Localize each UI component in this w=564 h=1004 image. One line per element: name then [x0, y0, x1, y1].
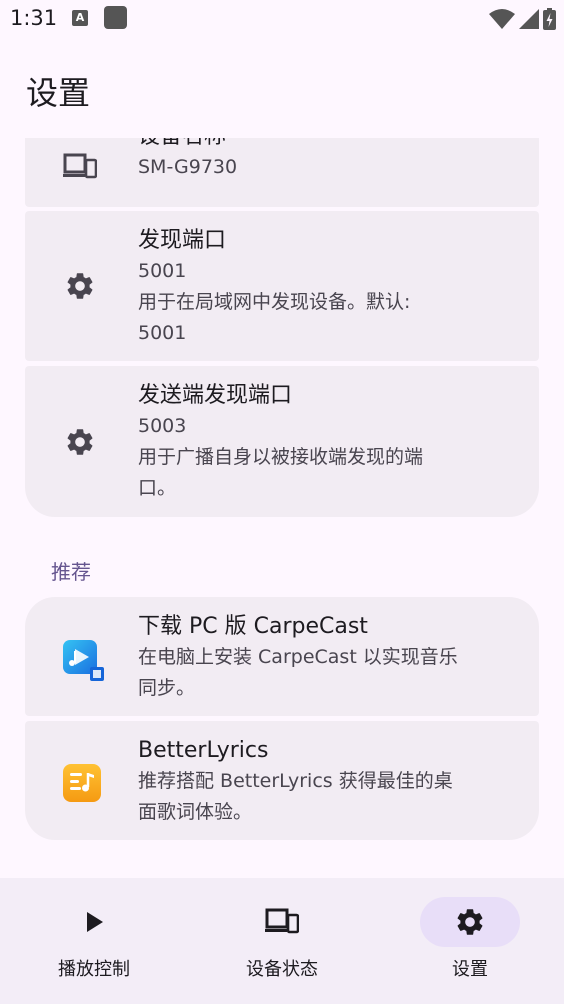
- setting-title: 设备名称: [138, 138, 499, 152]
- status-bar: 1:31 A: [0, 0, 564, 40]
- page-title: 设置: [26, 74, 91, 112]
- nav-label: 播放控制: [58, 959, 130, 980]
- setting-description: 用于在局域网中发现设备。默认:: [138, 291, 411, 313]
- gear-icon: [457, 909, 483, 935]
- cellular-signal-icon: [519, 9, 539, 29]
- setting-title: 发送端发现端口: [138, 383, 293, 408]
- settings-list[interactable]: 设备名称 SM-G9730 发现端口 5001 用于在局域网中发现设备。默认: …: [0, 138, 564, 878]
- notification-square-icon: [104, 6, 127, 29]
- setting-description: 口。: [138, 477, 177, 499]
- devices-icon: [265, 908, 299, 934]
- devices-icon: [63, 150, 97, 184]
- setting-description: 5001: [138, 322, 187, 344]
- setting-device-name[interactable]: 设备名称 SM-G9730: [25, 138, 539, 207]
- battery-icon: [543, 8, 556, 30]
- nav-item-playback-control[interactable]: 播放控制: [0, 878, 188, 1004]
- setting-value: 5001: [138, 260, 187, 282]
- recommend-betterlyrics[interactable]: BetterLyrics 推荐搭配 BetterLyrics 获得最佳的桌 面歌…: [25, 721, 539, 840]
- gear-icon: [63, 425, 97, 459]
- betterlyrics-app-icon: [62, 763, 102, 803]
- setting-sender-discovery-port[interactable]: 发送端发现端口 5003 用于广播自身以被接收端发现的端 口。: [25, 366, 539, 517]
- nav-label: 设备状态: [246, 959, 318, 980]
- recommend-description: 推荐搭配 BetterLyrics 获得最佳的桌: [138, 770, 453, 792]
- nav-pill-active: [420, 897, 520, 947]
- nav-pill: [44, 897, 144, 947]
- recommend-title: 下载 PC 版 CarpeCast: [138, 614, 368, 639]
- notification-a-icon: A: [72, 10, 88, 26]
- nav-item-settings[interactable]: 设置: [376, 878, 564, 1004]
- play-icon: [87, 912, 103, 932]
- recommend-description: 面歌词体验。: [138, 801, 253, 823]
- nav-item-device-status[interactable]: 设备状态: [188, 878, 376, 1004]
- recommend-description: 同步。: [138, 677, 196, 699]
- recommend-carpecast[interactable]: 下载 PC 版 CarpeCast 在电脑上安装 CarpeCast 以实现音乐…: [25, 597, 539, 716]
- bottom-navigation: 播放控制 设备状态 设置: [0, 878, 564, 1004]
- setting-value: 5003: [138, 415, 187, 437]
- recommend-title: BetterLyrics: [138, 738, 269, 763]
- wifi-icon: [489, 9, 515, 29]
- section-label-recommend: 推荐: [51, 560, 91, 584]
- nav-pill: [232, 897, 332, 947]
- setting-title: 发现端口: [138, 228, 227, 253]
- status-time: 1:31: [10, 6, 58, 30]
- recommend-description: 在电脑上安装 CarpeCast 以实现音乐: [138, 646, 458, 668]
- status-indicators: [489, 8, 556, 30]
- setting-value: SM-G9730: [138, 156, 238, 178]
- setting-discovery-port[interactable]: 发现端口 5001 用于在局域网中发现设备。默认: 5001: [25, 211, 539, 361]
- gear-icon: [63, 269, 97, 303]
- setting-description: 用于广播自身以被接收端发现的端: [138, 446, 424, 468]
- nav-label: 设置: [452, 959, 488, 980]
- carpecast-app-icon: [62, 639, 106, 683]
